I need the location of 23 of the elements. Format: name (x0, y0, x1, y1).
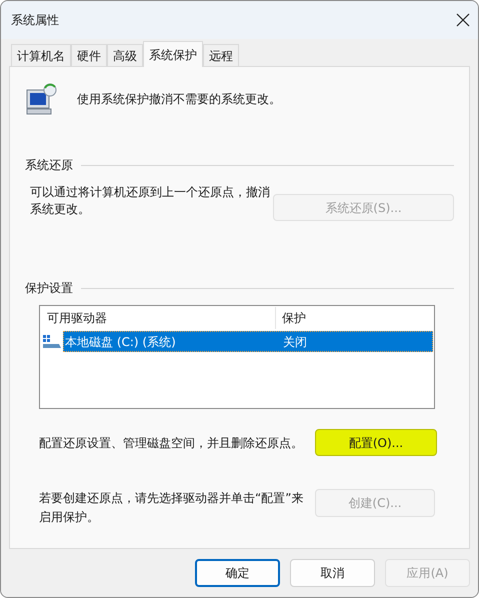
configure-button[interactable]: 配置(O)... (315, 429, 437, 456)
drive-row[interactable]: 本地磁盘 (C:) (系统) 关闭 (63, 331, 433, 352)
create-description: 若要创建还原点，请先选择驱动器并单击“配置”来启用保护。 (39, 490, 304, 526)
drive-icon (43, 334, 61, 348)
column-header[interactable]: 可用驱动器 (41, 307, 276, 329)
tab[interactable]: 远程 (203, 44, 239, 66)
section-heading: 系统还原 (25, 157, 73, 174)
configure-description: 配置还原设置、管理磁盘空间，并且删除还原点。 (39, 434, 303, 452)
dialog-button[interactable]: 取消 (290, 559, 375, 587)
table-cell-text: 关闭 (282, 334, 307, 350)
intro-text: 使用系统保护撤消不需要的系统更改。 (77, 91, 281, 108)
tab[interactable]: 系统保护 (143, 41, 203, 67)
column-header[interactable]: 保护 (276, 307, 433, 329)
dialog-button[interactable]: 确定 (195, 559, 280, 587)
computer-icon (25, 82, 59, 116)
section-heading: 保护设置 (25, 280, 73, 297)
tab[interactable]: 硬件 (71, 44, 107, 66)
restore-description: 可以通过将计算机还原到上一个还原点，撤消系统更改。 (30, 184, 270, 218)
tab[interactable]: 计算机名 (11, 44, 71, 66)
tab[interactable]: 高级 (107, 44, 143, 66)
close-icon[interactable] (456, 13, 470, 27)
table-cell-text: 本地磁盘 (C:) (系统) (64, 334, 177, 350)
window-title: 系统属性 (11, 12, 59, 29)
